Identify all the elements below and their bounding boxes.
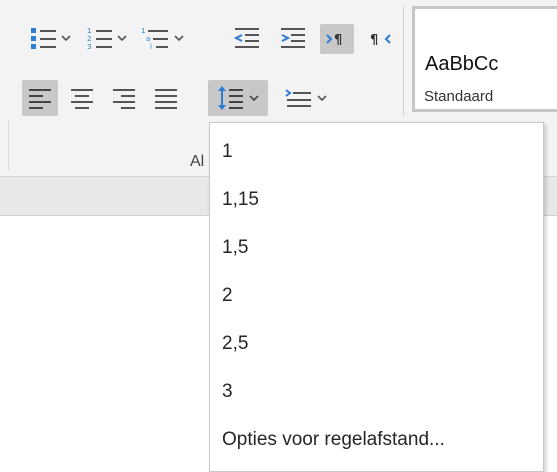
justify-icon: [153, 86, 179, 110]
line-spacing-menu: 1 1,15 1,5 2 2,5 3 Opties voor regelafst…: [209, 122, 544, 472]
svg-text:2: 2: [87, 35, 91, 43]
style-standaard-card[interactable]: AaBbCc Standaard: [412, 6, 557, 112]
style-name-label: Standaard: [424, 88, 494, 105]
line-spacing-option-1-15[interactable]: 1,15: [222, 189, 259, 211]
svg-text:a: a: [146, 35, 150, 43]
svg-text:i: i: [150, 43, 152, 51]
increase-indent-icon: [279, 25, 307, 51]
multilevel-list-button[interactable]: 1 a i: [134, 22, 190, 54]
decrease-indent-button[interactable]: [230, 22, 264, 54]
chevron-down-icon: [117, 34, 127, 42]
center-button[interactable]: [64, 80, 100, 116]
svg-text:¶: ¶: [370, 33, 378, 48]
left-to-right-icon: ¶: [325, 29, 349, 49]
line-spacing-option-2[interactable]: 2: [222, 285, 233, 307]
svg-text:3: 3: [87, 43, 91, 51]
right-to-left-icon: ¶: [369, 29, 393, 49]
justify-button[interactable]: [148, 80, 184, 116]
line-spacing-option-1[interactable]: 1: [222, 141, 233, 163]
decrease-indent-icon: [233, 25, 261, 51]
line-spacing-option-1-5[interactable]: 1,5: [222, 237, 248, 259]
ltr-button[interactable]: ¶: [320, 24, 354, 54]
style-sample-text: AaBbCc: [425, 53, 499, 75]
numbered-list-icon: 1 2 3: [85, 25, 113, 51]
indent-menu-button[interactable]: [278, 80, 334, 116]
line-spacing-option-2-5[interactable]: 2,5: [222, 333, 248, 355]
svg-text:¶: ¶: [334, 33, 342, 48]
indent-icon: [285, 86, 313, 110]
svg-text:1: 1: [87, 27, 91, 35]
numbering-button[interactable]: 1 2 3: [80, 22, 132, 54]
bullet-list-icon: [29, 25, 57, 51]
align-right-button[interactable]: [106, 80, 142, 116]
line-spacing-icon: [217, 85, 245, 111]
group-divider: [403, 6, 404, 116]
chevron-down-icon: [174, 34, 184, 42]
align-left-icon: [27, 86, 53, 110]
chevron-down-icon: [317, 94, 327, 102]
line-spacing-button[interactable]: [208, 80, 268, 116]
align-right-icon: [111, 86, 137, 110]
svg-text:1: 1: [141, 27, 145, 35]
paragraph-group-label: Al: [190, 153, 205, 170]
multilevel-list-icon: 1 a i: [140, 25, 170, 51]
align-center-icon: [69, 86, 95, 110]
increase-indent-button[interactable]: [276, 22, 310, 54]
align-left-button[interactable]: [22, 80, 58, 116]
line-spacing-option-3[interactable]: 3: [222, 381, 233, 403]
chevron-down-icon: [249, 94, 259, 102]
bullets-button[interactable]: [24, 22, 76, 54]
line-spacing-options-link[interactable]: Opties voor regelafstand...: [222, 429, 445, 451]
chevron-down-icon: [61, 34, 71, 42]
group-divider-left: [8, 120, 9, 170]
rtl-button[interactable]: ¶: [364, 24, 398, 54]
